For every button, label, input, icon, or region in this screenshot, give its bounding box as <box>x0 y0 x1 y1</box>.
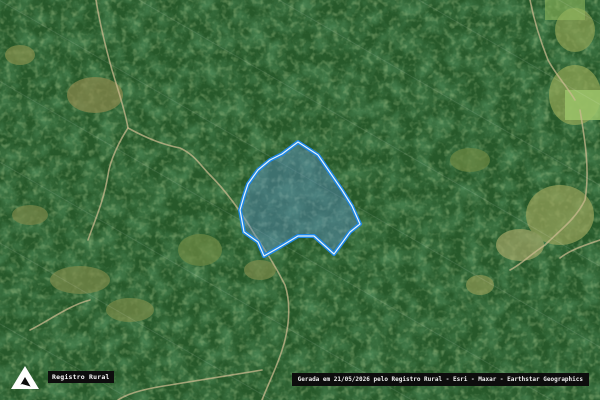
brand-logo: Registro Rural <box>8 362 114 392</box>
brand-name: Registro Rural <box>48 371 114 383</box>
registro-rural-logo-icon <box>11 366 39 389</box>
satellite-imagery <box>0 0 600 400</box>
map-attribution: Gerada em 21/05/2026 pelo Registro Rural… <box>291 373 589 386</box>
map-view[interactable]: Registro Rural Gerada em 21/05/2026 pelo… <box>0 0 600 400</box>
